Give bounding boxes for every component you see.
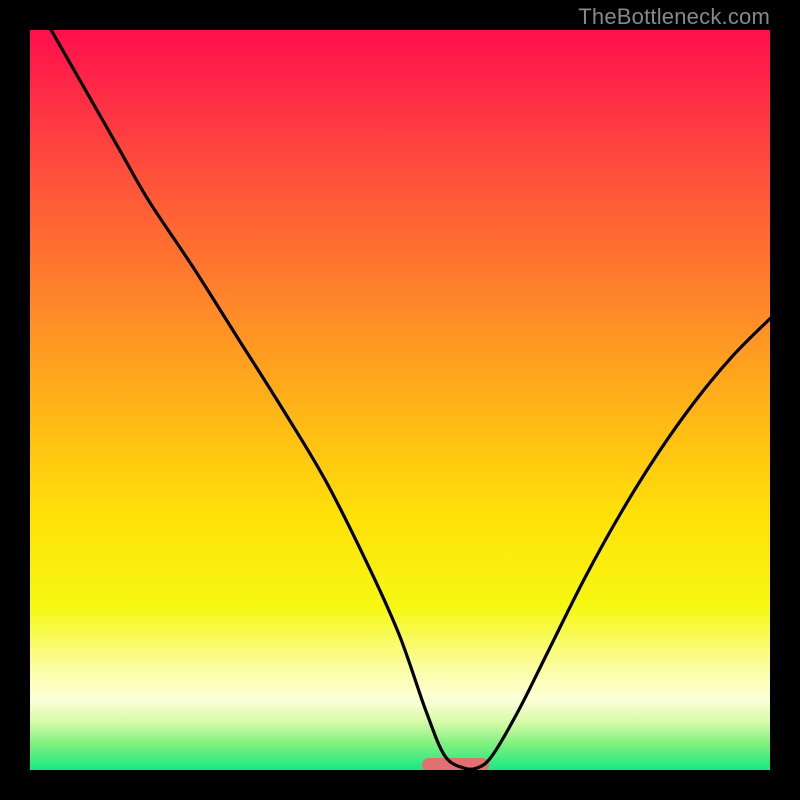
bottleneck-curve <box>30 30 770 769</box>
watermark-text: TheBottleneck.com <box>578 4 770 30</box>
chart-frame: TheBottleneck.com <box>0 0 800 800</box>
plot-area <box>30 30 770 770</box>
curve-layer <box>30 30 770 770</box>
